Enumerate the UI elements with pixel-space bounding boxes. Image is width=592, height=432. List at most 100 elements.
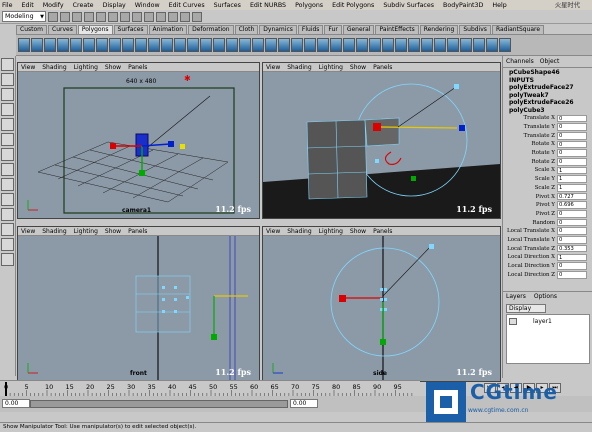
shelf-tool-icon[interactable] [161,38,173,52]
tab-radiantsquare[interactable]: RadiantSquare [491,25,545,34]
channel-attribute-value[interactable]: 0 [557,218,587,227]
four-pane-icon[interactable] [1,193,14,206]
menu-edit-nurbs[interactable]: Edit NURBS [250,2,286,9]
select-component-icon[interactable] [108,11,118,22]
outliner-pane-icon[interactable] [1,208,14,221]
shelf-tool-icon[interactable] [395,38,407,52]
layer-visibility-toggle[interactable] [509,318,517,325]
menu-modify[interactable]: Modify [43,2,64,9]
last-tool-icon[interactable] [1,163,14,176]
channel-attribute-label[interactable]: Local Direction X [503,254,557,260]
channel-attribute-label[interactable]: Rotate Y [503,150,557,156]
channel-attribute-value[interactable]: 0 [557,227,587,236]
channel-attribute-value[interactable]: 1 [557,253,587,262]
viewport-canvas[interactable]: ✱ 640 x 480 camera1 11.2 fps [18,72,259,218]
graph-pane-icon[interactable] [1,223,14,236]
menu-edit-curves[interactable]: Edit Curves [169,2,205,9]
shelf-tool-icon[interactable] [122,38,134,52]
menu-window[interactable]: Window [135,2,160,9]
vp-menu-show[interactable]: Show [105,228,121,235]
tab-subdivs[interactable]: Subdivs [459,25,491,34]
menu-polygons[interactable]: Polygons [295,2,323,9]
tab-layers[interactable]: Layers [506,293,526,300]
channel-attribute-value[interactable]: 1 [557,166,587,175]
select-object-icon[interactable] [96,11,106,22]
vp-menu-panels[interactable]: Panels [128,64,147,71]
tab-polygons[interactable]: Polygons [77,25,113,34]
menu-surfaces[interactable]: Surfaces [214,2,241,9]
channel-attribute-label[interactable]: Pivot Y [503,202,557,208]
vp-menu-view[interactable]: View [266,228,280,235]
tab-object[interactable]: Object [540,58,560,65]
vp-menu-lighting[interactable]: Lighting [74,64,98,71]
menu-subdiv-surfaces[interactable]: Subdiv Surfaces [383,2,434,9]
lasso-tool-icon[interactable] [1,73,14,86]
channel-attribute-label[interactable]: Local Translate Y [503,237,557,243]
channel-attribute-label[interactable]: Local Translate X [503,228,557,234]
vp-menu-panels[interactable]: Panels [128,228,147,235]
new-scene-icon[interactable] [48,11,58,22]
menu-edit[interactable]: Edit [22,2,34,9]
viewport-canvas[interactable]: front 11.2 fps [18,236,259,381]
channel-attribute-label[interactable]: Pivot Z [503,211,557,217]
menu-help[interactable]: Help [492,2,506,9]
range-start-field[interactable]: 0.00 [2,399,30,408]
save-scene-icon[interactable] [72,11,82,22]
shelf-tool-icon[interactable] [291,38,303,52]
paint-select-icon[interactable] [1,88,14,101]
channel-attribute-label[interactable]: Translate X [503,115,557,121]
shelf-tool-icon[interactable] [356,38,368,52]
select-hierarchy-icon[interactable] [84,11,94,22]
snap-curve-icon[interactable] [132,11,142,22]
render-globals-icon[interactable] [192,11,202,22]
vp-menu-shading[interactable]: Shading [42,64,66,71]
vp-menu-panels[interactable]: Panels [373,64,392,71]
shelf-tool-icon[interactable] [265,38,277,52]
move-tool-icon[interactable] [1,103,14,116]
menu-bodypaint[interactable]: BodyPaint3D [443,2,483,9]
shelf-tool-icon[interactable] [174,38,186,52]
shelf-tool-icon[interactable] [434,38,446,52]
shelf-tool-icon[interactable] [343,38,355,52]
menu-edit-polygons[interactable]: Edit Polygons [332,2,374,9]
shelf-tool-icon[interactable] [447,38,459,52]
shelf-tool-icon[interactable] [382,38,394,52]
menu-file[interactable]: File [2,2,13,9]
shelf-tool-icon[interactable] [148,38,160,52]
channel-attribute-value[interactable]: 0 [557,149,587,157]
shelf-tool-icon[interactable] [187,38,199,52]
tab-cloth[interactable]: Cloth [234,25,259,34]
menu-create[interactable]: Create [73,2,94,9]
tab-painteffects[interactable]: PaintEffects [375,25,419,34]
layer-row[interactable]: layer1 [507,317,589,326]
channel-attribute-value[interactable]: 0 [557,270,587,279]
vp-menu-shading[interactable]: Shading [287,228,311,235]
vp-menu-shading[interactable]: Shading [287,64,311,71]
viewport-perspective[interactable]: View Shading Lighting Show Panels ✱ 640 … [17,62,260,219]
shelf-tool-icon[interactable] [57,38,69,52]
tab-channels[interactable]: Channels [506,58,534,65]
tab-custom[interactable]: Custom [16,25,47,34]
channel-attribute-value[interactable]: 0.727 [557,192,587,201]
snap-point-icon[interactable] [144,11,154,22]
shelf-tool-icon[interactable] [369,38,381,52]
channel-attribute-label[interactable]: Scale Y [503,176,557,182]
select-tool-icon[interactable] [1,58,14,71]
channel-attribute-label[interactable]: Translate Z [503,133,557,139]
channel-attribute-value[interactable]: 0 [557,131,587,140]
vp-menu-panels[interactable]: Panels [373,228,392,235]
layer-display-select[interactable]: Display [506,304,546,313]
shelf-tool-icon[interactable] [83,38,95,52]
tab-curves[interactable]: Curves [48,25,77,34]
shelf-tool-icon[interactable] [109,38,121,52]
shelf-tool-icon[interactable] [213,38,225,52]
shelf-tool-icon[interactable] [460,38,472,52]
channel-attribute-label[interactable]: Translate Y [503,124,557,130]
tab-dynamics[interactable]: Dynamics [259,25,297,34]
vp-menu-view[interactable]: View [266,64,280,71]
shelf-tool-icon[interactable] [408,38,420,52]
tab-animation[interactable]: Animation [148,25,188,34]
tab-fur[interactable]: Fur [324,25,342,34]
tab-surfaces[interactable]: Surfaces [113,25,148,34]
vp-menu-shading[interactable]: Shading [42,228,66,235]
